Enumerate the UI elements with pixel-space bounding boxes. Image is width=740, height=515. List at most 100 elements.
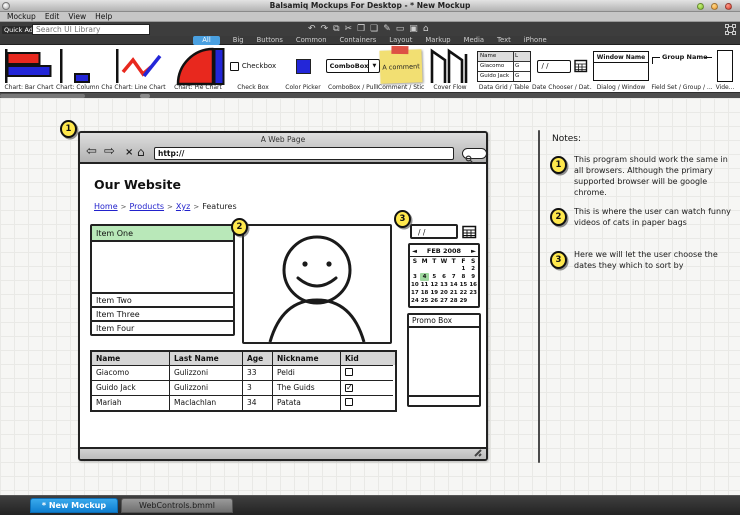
list-item-selected[interactable]: Item One (92, 226, 233, 242)
library-item-cover-flow[interactable]: Cover Flow (424, 45, 476, 92)
calendar-day[interactable]: 14 (449, 281, 459, 289)
library-item-bar-chart[interactable]: Chart: Bar Chart (2, 45, 56, 92)
calendar-day[interactable]: 16 (468, 281, 478, 289)
callout-marker-3[interactable]: 3 (394, 210, 411, 228)
tab-iphone[interactable]: iPhone (524, 36, 547, 45)
calendar-day[interactable]: 18 (420, 289, 430, 297)
search-input[interactable] (32, 24, 150, 35)
calendar-day[interactable]: 12 (429, 281, 439, 289)
library-item-dialog[interactable]: Window Name Dialog / Window (592, 45, 650, 92)
calendar-day[interactable]: 21 (449, 289, 459, 297)
calendar-day[interactable]: 29 (459, 297, 469, 305)
calendar-day[interactable]: 20 (439, 289, 449, 297)
home-icon[interactable]: ⌂ (137, 145, 145, 159)
calendar-day[interactable]: 28 (449, 297, 459, 305)
calendar-day[interactable]: 5 (429, 273, 439, 281)
back-arrow-icon[interactable]: ⇦ (86, 144, 97, 159)
calendar-day[interactable]: 27 (439, 297, 449, 305)
calendar-day[interactable]: 24 (410, 297, 420, 305)
tab-containers[interactable]: Containers (340, 36, 377, 45)
crop-icon[interactable]: ▭ (396, 22, 405, 36)
forward-arrow-icon[interactable]: ⇨ (104, 144, 115, 159)
breadcrumb-products[interactable]: Products (130, 202, 165, 211)
kid-checkbox[interactable] (345, 398, 353, 406)
tab-all[interactable]: All (193, 36, 219, 45)
list-item[interactable]: Item Four (90, 320, 235, 336)
tab-media[interactable]: Media (464, 36, 484, 45)
menu-mockup[interactable]: Mockup (7, 12, 36, 21)
menu-help[interactable]: Help (95, 12, 112, 21)
calendar-day[interactable]: 9 (468, 273, 478, 281)
table-row[interactable]: Mariah Maclachlan 34 Patata (92, 395, 395, 410)
note-callout-1[interactable]: 1 (550, 156, 567, 174)
lock-icon[interactable]: ⌂ (423, 22, 429, 36)
library-item-data-grid[interactable]: NameL GiacomoG Guido JackG Data Grid / T… (476, 45, 532, 92)
note-callout-2[interactable]: 2 (550, 208, 567, 226)
calendar-day[interactable]: 8 (459, 273, 469, 281)
tab-buttons[interactable]: Buttons (257, 36, 283, 45)
close-button[interactable] (725, 3, 732, 10)
library-item-field-set[interactable]: Group Name Field Set / Group / ... (650, 45, 714, 92)
tab-new-mockup[interactable]: * New Mockup (30, 498, 118, 513)
library-item-pie-chart[interactable]: Chart: Pie Chart (168, 45, 228, 92)
table-row[interactable]: Guido Jack Gulizzoni 3 The Guids ✓ (92, 380, 395, 395)
calendar-day[interactable] (410, 265, 420, 273)
library-item-check-box[interactable]: Checkbox Check Box (228, 45, 278, 92)
menu-edit[interactable]: Edit (45, 12, 60, 21)
calendar-day[interactable]: 26 (429, 297, 439, 305)
tab-webcontrols[interactable]: WebControls.bmml (121, 498, 233, 513)
resize-grip-icon[interactable] (471, 448, 483, 457)
kid-checkbox[interactable]: ✓ (345, 384, 353, 392)
calendar-day[interactable]: 13 (439, 281, 449, 289)
breadcrumb-home[interactable]: Home (94, 202, 118, 211)
library-item-line-chart[interactable]: Chart: Line Chart (112, 45, 168, 92)
date-input[interactable]: / / (410, 224, 458, 239)
library-item-color-picker[interactable]: Color Picker (278, 45, 328, 92)
duplicate-icon[interactable]: ⧉ (333, 22, 339, 36)
calendar-day[interactable]: 7 (449, 273, 459, 281)
library-item-column-chart[interactable]: Chart: Column Chart (56, 45, 112, 92)
calendar-day[interactable] (420, 265, 430, 273)
library-item-comment[interactable]: A comment Comment / Sticky N... (378, 45, 424, 92)
calendar-day[interactable]: 25 (420, 297, 430, 305)
calendar-day[interactable]: 19 (429, 289, 439, 297)
cut-icon[interactable]: ✂ (345, 22, 353, 36)
mockup-canvas[interactable]: 1 2 3 A Web Page ⇦ ⇨ × ⌂ http:// Our (0, 98, 740, 495)
calendar-day[interactable]: 23 (468, 289, 478, 297)
stop-icon[interactable]: × (125, 147, 133, 158)
calendar-day[interactable]: 1 (459, 265, 469, 273)
calendar-day[interactable] (449, 265, 459, 273)
browser-search-field[interactable] (462, 148, 487, 159)
group-icon[interactable]: ▣ (409, 22, 418, 36)
url-field[interactable]: http:// (154, 147, 454, 160)
minimize-button[interactable] (697, 3, 704, 10)
calendar-day[interactable] (468, 297, 478, 305)
menu-view[interactable]: View (68, 12, 86, 21)
tab-big[interactable]: Big (233, 36, 244, 45)
table-row[interactable]: Giacomo Gulizzoni 33 Peldi (92, 365, 395, 380)
paste-icon[interactable]: ❏ (370, 22, 378, 36)
calendar-day[interactable] (429, 265, 439, 273)
undo-icon[interactable]: ↶ (308, 22, 316, 36)
calendar-day[interactable]: 11 (420, 281, 430, 289)
tab-common[interactable]: Common (296, 36, 327, 45)
calendar-day-selected[interactable]: 4 (420, 273, 430, 281)
calendar-day[interactable]: 3 (410, 273, 420, 281)
library-item-date-chooser[interactable]: / / Date Chooser / Dat... (532, 45, 592, 92)
calendar-day[interactable]: 15 (459, 281, 469, 289)
library-item-combobox[interactable]: ComboBox ▼ ComboBox / PullDo... (328, 45, 378, 92)
maximize-button[interactable] (711, 3, 718, 10)
breadcrumb-xyz[interactable]: Xyz (176, 202, 190, 211)
note-callout-3[interactable]: 3 (550, 251, 567, 269)
tab-layout[interactable]: Layout (389, 36, 412, 45)
calendar-day[interactable]: 6 (439, 273, 449, 281)
kid-checkbox[interactable] (345, 368, 353, 376)
date-picker-button[interactable] (461, 225, 477, 239)
callout-marker-2[interactable]: 2 (231, 218, 248, 236)
copy-icon[interactable]: ❐ (357, 22, 365, 36)
calendar-day[interactable]: 17 (410, 289, 420, 297)
callout-marker-1[interactable]: 1 (60, 120, 77, 138)
calendar-day[interactable]: 22 (459, 289, 469, 297)
calendar-prev-button[interactable]: ◄ (412, 247, 417, 255)
transform-icon[interactable] (725, 24, 736, 35)
